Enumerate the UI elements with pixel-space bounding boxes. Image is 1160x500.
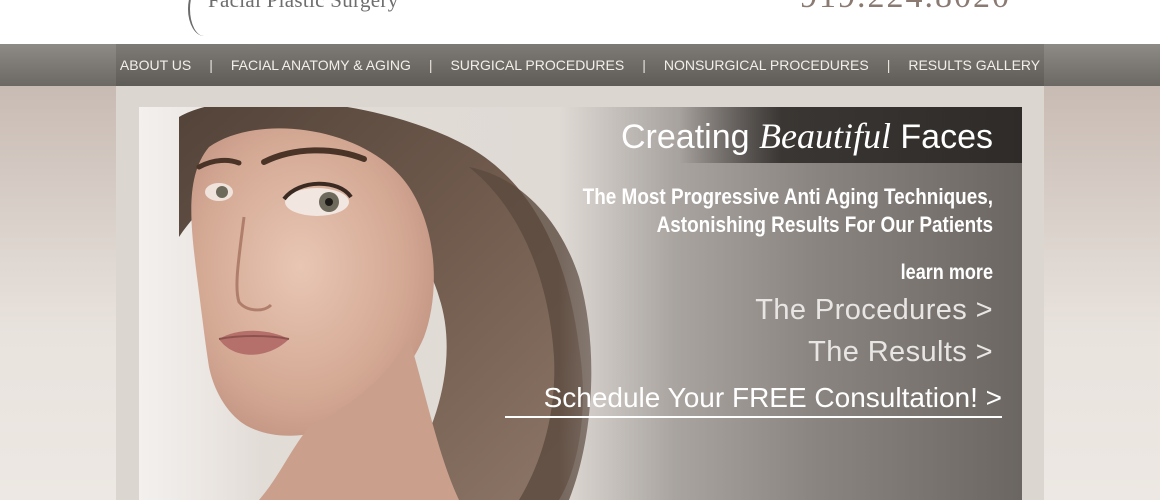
hero-title: Creating Beautiful Faces [588,115,993,157]
schedule-consultation-link[interactable]: Schedule Your FREE Consultation! > [505,382,1002,418]
site-header: Facial Plastic Surgery 919.224.8020 [0,0,1160,44]
nav-item-nonsurgical-procedures[interactable]: NONSURGICAL PROCEDURES [646,57,887,73]
hero-title-end: Faces [890,118,993,156]
nav-item-facial-anatomy[interactable]: FACIAL ANATOMY & AGING [213,57,429,73]
phone-number[interactable]: 919.224.8020 [800,0,1011,16]
hero-tagline-line1: The Most Progressive Anti Aging Techniqu… [582,184,993,209]
nav-item-about-us[interactable]: ABOUT US [102,57,209,73]
main-nav: ABOUT US | FACIAL ANATOMY & AGING | SURG… [116,44,1044,86]
hero-title-emphasis: Beautiful [758,116,891,156]
link-the-results[interactable]: The Results > [293,336,993,369]
logo-subtitle[interactable]: Facial Plastic Surgery [208,0,399,13]
learn-more-label: learn more [900,261,993,284]
nav-item-surgical-procedures[interactable]: SURGICAL PROCEDURES [432,57,642,73]
link-the-procedures[interactable]: The Procedures > [293,294,993,327]
nav-item-results-gallery[interactable]: RESULTS GALLERY [890,57,1058,73]
hero-banner: Creating Beautiful Faces The Most Progre… [139,107,1022,500]
hero-tagline-line2: Astonishing Results For Our Patients [656,212,993,237]
hero-title-start: Creating [621,118,759,156]
